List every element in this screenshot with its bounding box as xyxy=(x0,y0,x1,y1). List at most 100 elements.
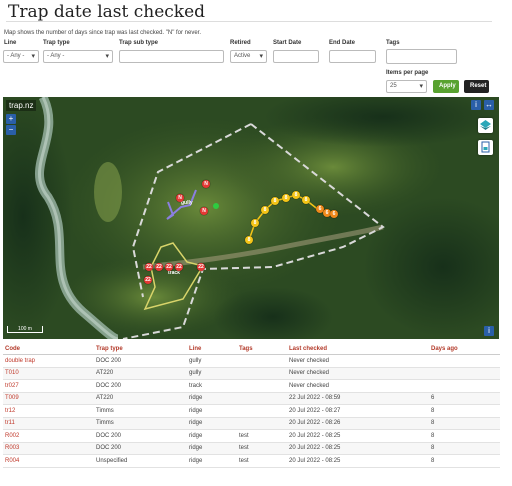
trap-marker[interactable]: 22 xyxy=(165,263,173,271)
code-cell[interactable]: tr11 xyxy=(3,417,94,430)
export-button[interactable] xyxy=(478,140,493,155)
column-header-line[interactable]: Line xyxy=(187,343,237,355)
column-header-trap-type[interactable]: Trap type xyxy=(94,343,187,355)
code-cell[interactable]: tr12 xyxy=(3,404,94,418)
table-row: tr11 Timms ridge 20 Jul 2022 - 08:26 8 xyxy=(3,417,500,430)
trap-marker[interactable]: 8 xyxy=(251,219,259,227)
tags-label: Tags xyxy=(386,40,400,46)
last-checked-cell: 20 Jul 2022 - 08:25 xyxy=(287,454,429,468)
trap-marker[interactable]: 8 xyxy=(261,206,269,214)
trap-marker[interactable]: N xyxy=(200,207,208,215)
trap-type-cell: DOC 200 xyxy=(94,442,187,455)
trap-marker[interactable]: N xyxy=(176,194,184,202)
page-title: Trap date last checked xyxy=(8,2,206,22)
title-divider xyxy=(6,21,492,22)
trap-marker[interactable]: 22 xyxy=(145,263,153,271)
trap-sub-type-label: Trap sub type xyxy=(119,40,159,46)
code-cell[interactable]: T009 xyxy=(3,392,94,405)
traps-table: Code Trap type Line Tags Last checked Da… xyxy=(3,343,500,468)
tags-cell xyxy=(237,417,287,430)
column-header-tags[interactable]: Tags xyxy=(237,343,287,355)
trap-marker[interactable]: 8 xyxy=(302,196,310,204)
line-cell: ridge xyxy=(187,417,237,430)
page-description: Map shows the number of days since trap … xyxy=(4,30,202,36)
trap-marker[interactable]: 22 xyxy=(155,263,163,271)
attribution-info-button[interactable]: i xyxy=(484,326,494,336)
trap-type-cell: AT220 xyxy=(94,392,187,405)
reset-button[interactable]: Reset xyxy=(464,80,489,93)
start-date-input[interactable] xyxy=(273,50,319,63)
trap-marker[interactable]: 6 xyxy=(330,210,338,218)
apply-button[interactable]: Apply xyxy=(433,80,459,93)
column-header-code[interactable]: Code xyxy=(3,343,94,355)
zoom-out-button[interactable]: − xyxy=(6,125,16,135)
trap-type-cell: Timms xyxy=(94,417,187,430)
table-row: R002 DOC 200 ridge test 20 Jul 2022 - 08:25 8 xyxy=(3,429,500,443)
trap-marker[interactable]: N xyxy=(202,180,210,188)
layers-button[interactable] xyxy=(478,118,493,133)
days-ago-cell: 8 xyxy=(429,404,500,418)
map-info-button[interactable]: i xyxy=(471,100,481,110)
trap-type-select[interactable]: - Any - xyxy=(43,50,113,63)
trap-marker[interactable]: 8 xyxy=(245,236,253,244)
trap-sub-type-input[interactable] xyxy=(119,50,224,63)
days-ago-cell xyxy=(429,379,500,393)
trap-type-cell: DOC 200 xyxy=(94,354,187,368)
end-date-input[interactable] xyxy=(329,50,376,63)
line-cell: ridge xyxy=(187,404,237,418)
trap-marker[interactable]: 8 xyxy=(271,197,279,205)
last-checked-cell: 20 Jul 2022 - 08:26 xyxy=(287,417,429,430)
location-marker xyxy=(213,203,219,209)
items-per-page-select[interactable]: 25 xyxy=(386,80,427,93)
map-scale-bar: 100 m xyxy=(7,326,43,333)
trap-marker[interactable]: 22 xyxy=(197,263,205,271)
last-checked-cell: Never checked xyxy=(287,354,429,368)
trap-type-cell: Unspecified xyxy=(94,454,187,468)
line-cell: ridge xyxy=(187,392,237,405)
line-cell: ridge xyxy=(187,454,237,468)
days-ago-cell: 8 xyxy=(429,454,500,468)
table-row: R003 DOC 200 ridge test 20 Jul 2022 - 08:25 8 xyxy=(3,442,500,455)
days-ago-cell: 8 xyxy=(429,429,500,443)
table-row: tr12 Timms ridge 20 Jul 2022 - 08:27 8 xyxy=(3,404,500,418)
days-ago-cell xyxy=(429,354,500,368)
trap-type-cell: DOC 200 xyxy=(94,379,187,393)
zoom-in-button[interactable]: + xyxy=(6,114,16,124)
tags-cell: test xyxy=(237,429,287,443)
code-cell[interactable]: T010 xyxy=(3,367,94,380)
trap-marker[interactable]: 8 xyxy=(282,194,290,202)
code-cell[interactable]: tr027 xyxy=(3,379,94,393)
retired-label: Retired xyxy=(230,40,251,46)
table-row: double trap DOC 200 gully Never checked xyxy=(3,354,500,368)
column-header-last-checked[interactable]: Last checked xyxy=(287,343,429,355)
trap-map[interactable]: trap.nz + − i ↔ i 100 m gully track NNN2… xyxy=(3,97,499,339)
last-checked-cell: 22 Jul 2022 - 08:59 xyxy=(287,392,429,405)
tags-cell xyxy=(237,392,287,405)
fullscreen-button[interactable]: ↔ xyxy=(484,100,494,110)
code-cell[interactable]: R002 xyxy=(3,429,94,443)
layers-icon xyxy=(480,120,491,130)
tags-cell xyxy=(237,404,287,418)
code-cell[interactable]: R004 xyxy=(3,454,94,468)
trap-type-cell: AT220 xyxy=(94,367,187,380)
tags-cell xyxy=(237,367,287,380)
document-icon xyxy=(481,141,490,153)
column-header-days-ago[interactable]: Days ago xyxy=(429,343,500,355)
table-header-row: Code Trap type Line Tags Last checked Da… xyxy=(3,343,500,355)
code-cell[interactable]: R003 xyxy=(3,442,94,455)
trap-marker[interactable]: 22 xyxy=(175,263,183,271)
tags-input[interactable] xyxy=(386,49,457,64)
days-ago-cell: 8 xyxy=(429,417,500,430)
code-cell[interactable]: double trap xyxy=(3,354,94,368)
retired-select[interactable]: Active xyxy=(230,50,267,63)
line-select[interactable]: - Any - xyxy=(3,50,39,63)
start-date-label: Start Date xyxy=(273,40,302,46)
line-cell: ridge xyxy=(187,442,237,455)
tags-cell xyxy=(237,354,287,368)
trap-marker[interactable]: 8 xyxy=(292,191,300,199)
trap-marker[interactable]: 22 xyxy=(144,276,152,284)
line-cell: gully xyxy=(187,354,237,368)
trap-type-cell: Timms xyxy=(94,404,187,418)
trapnz-logo: trap.nz xyxy=(6,100,37,111)
tags-cell: test xyxy=(237,454,287,468)
